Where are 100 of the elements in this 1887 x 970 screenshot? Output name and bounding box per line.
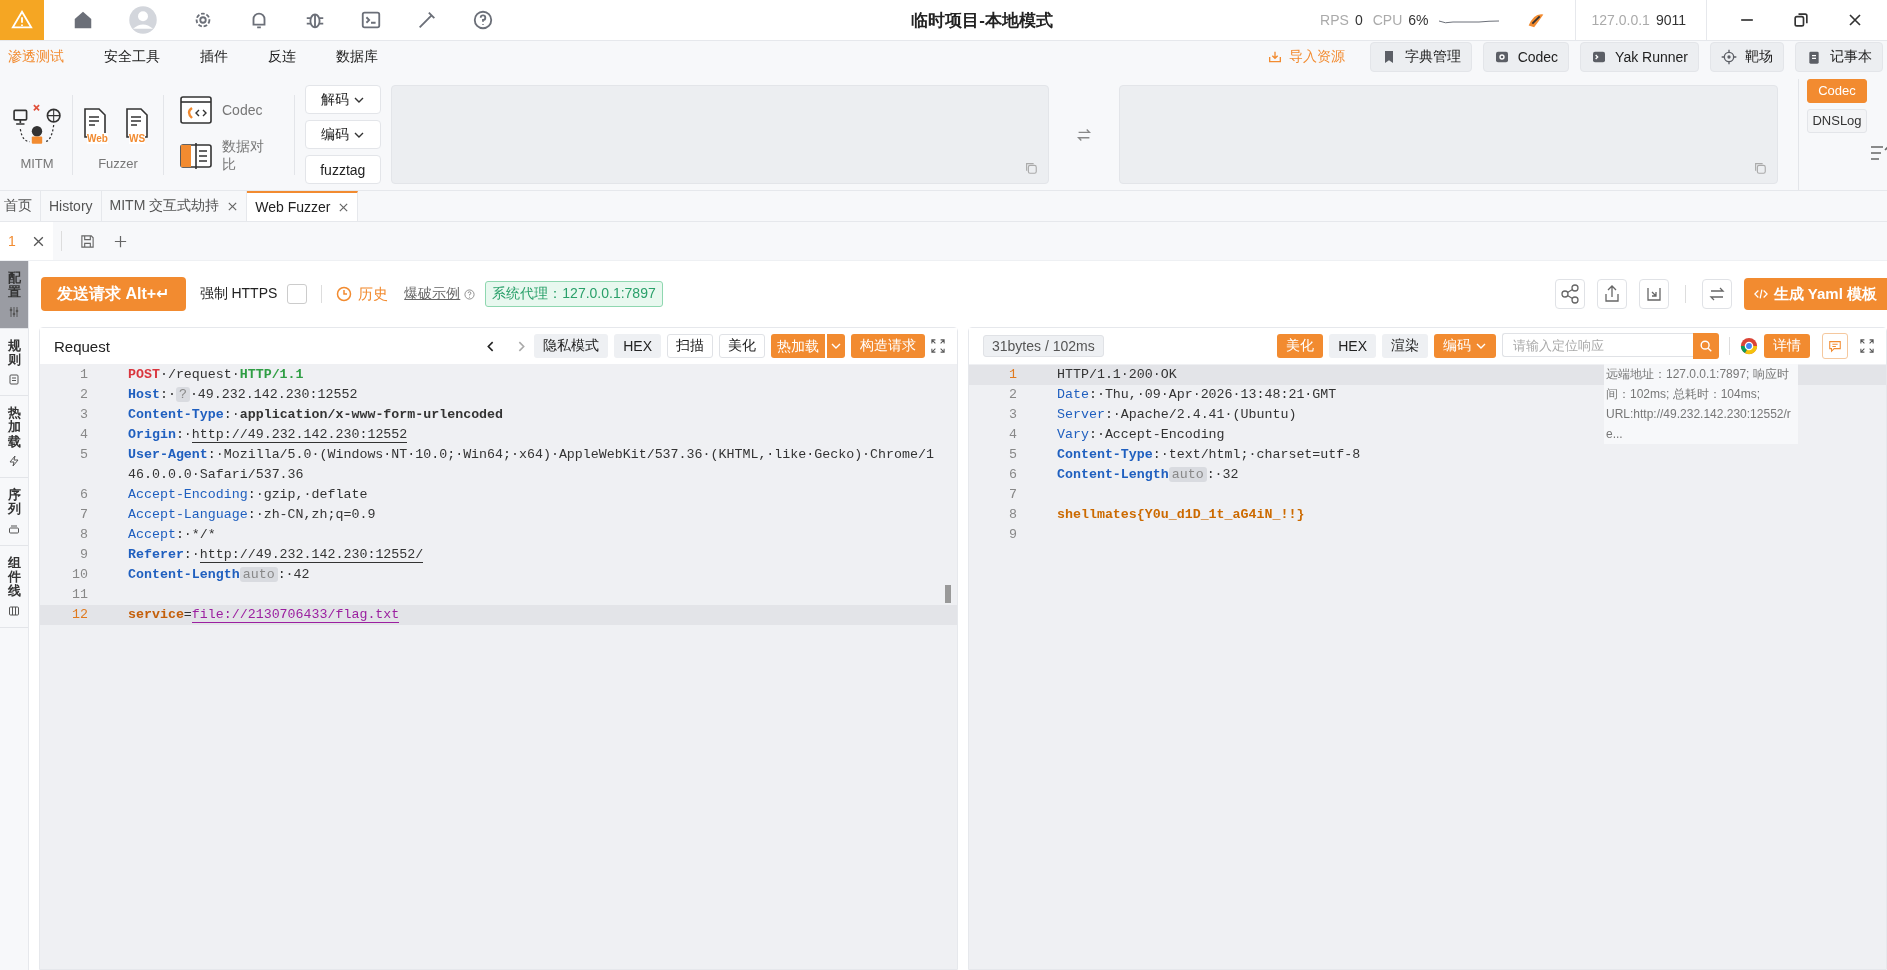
line-number: 3 <box>79 406 88 424</box>
code-line: Content-Length auto :·42 <box>128 566 310 584</box>
example-link[interactable]: 爆破示例 <box>404 285 461 303</box>
clock-icon <box>336 286 353 302</box>
group-label: Fuzzer <box>98 156 138 171</box>
compare-label[interactable]: 数据对比 <box>222 137 278 174</box>
swap-icon[interactable] <box>1701 279 1732 309</box>
editor-button[interactable]: HEX <box>1329 334 1376 358</box>
code-line: shellmates{Y0u_d1D_1t_aG4iN_!!} <box>1057 506 1305 524</box>
code-icon <box>1753 287 1768 301</box>
line-number: 7 <box>1008 486 1017 504</box>
fullscreen-icon[interactable] <box>931 339 945 353</box>
editor-button[interactable]: HEX <box>614 334 661 358</box>
response-stats: 31bytes / 102ms <box>983 335 1104 357</box>
compare-icon[interactable] <box>180 141 212 170</box>
search-field[interactable]: 请输入定位响应 <box>1502 333 1693 357</box>
side-nav-item[interactable]: 配置 <box>0 261 28 329</box>
editor-button[interactable]: 扫描 <box>667 334 713 358</box>
add-icon[interactable] <box>112 233 128 249</box>
codec-label[interactable]: Codec <box>222 101 263 118</box>
line-number: 12 <box>71 606 88 624</box>
home-icon[interactable] <box>72 9 94 31</box>
toolbar-button[interactable]: 字典管理 <box>1369 42 1472 72</box>
code-line: Origin:·http://49.232.142.230:12552 <box>128 426 408 445</box>
scrollbar-thumb[interactable] <box>945 585 951 603</box>
code-line: Content-Type:·text/html;·charset=utf-8 <box>1057 446 1361 464</box>
menu-tab[interactable]: 插件 <box>200 48 228 66</box>
side-nav-item[interactable]: 组件线 <box>0 545 28 628</box>
terminal-icon[interactable] <box>360 9 382 31</box>
side-nav-item[interactable]: 热加载 <box>0 396 28 479</box>
code-line: User-Agent:·Mozilla/5.0·(Windows·NT·10.0;·Win64;·x64)·AppleWebKit/537.36·(KHTML,·like·Gecko)·Chrome/146.0.0.0·Safari/537.36 <box>128 446 935 484</box>
export-icon[interactable] <box>1596 279 1627 309</box>
code-line: Accept-Language:·zh-CN,zh;q=0.9 <box>128 506 376 524</box>
page-tab[interactable]: 首页 <box>0 191 41 221</box>
restore-icon[interactable] <box>1791 10 1811 30</box>
line-number: 10 <box>71 566 88 584</box>
force-https-checkbox[interactable] <box>287 284 308 304</box>
code-line: Referer:·http://49.232.142.230:12552/ <box>128 546 424 565</box>
line-number: 8 <box>79 526 88 544</box>
editor-button[interactable]: 渲染 <box>1382 334 1428 358</box>
stack-icon <box>8 522 20 535</box>
code-line: HTTP/1.1·200·OK <box>1057 366 1177 384</box>
window-title: 临时项目-本地模式 <box>910 9 1054 32</box>
line-number: 4 <box>1008 426 1017 444</box>
clipboard-icon <box>8 373 20 386</box>
fullscreen-icon[interactable] <box>1860 339 1874 353</box>
save-icon[interactable] <box>79 233 95 249</box>
import-icon[interactable] <box>1638 279 1669 309</box>
page-tab[interactable]: History <box>41 191 102 221</box>
engine-port: 9011 <box>1655 12 1686 28</box>
tools-icon[interactable] <box>416 9 438 31</box>
share-icon[interactable] <box>1554 279 1585 309</box>
menu-tab[interactable]: 安全工具 <box>104 48 160 66</box>
line-number: 2 <box>1008 386 1017 404</box>
codec-icon <box>1493 49 1510 65</box>
codec-select[interactable]: 解码 <box>304 85 381 114</box>
line-number: 5 <box>1008 446 1017 464</box>
columns-icon <box>8 604 20 617</box>
codec-select[interactable]: 编码 <box>304 120 381 149</box>
code-line: Host:· ? ·49.232.142.230:12552 <box>128 386 358 404</box>
menu-tab[interactable]: 数据库 <box>336 48 378 66</box>
menu-tab[interactable]: 反连 <box>268 48 296 66</box>
line-number: 1 <box>1008 366 1017 384</box>
codec-input[interactable] <box>390 85 1050 184</box>
target-icon <box>1721 49 1737 65</box>
codec-window-icon[interactable] <box>180 95 212 124</box>
rps-label: RPS <box>1320 12 1349 28</box>
code-line: Content-Type:·application/x-www-form-urlencoded <box>128 406 504 424</box>
group-label: MITM <box>20 156 54 171</box>
line-number: 11 <box>71 586 88 604</box>
browser-icon[interactable] <box>1740 337 1758 355</box>
sliders-icon <box>8 305 20 318</box>
close-icon[interactable] <box>338 201 350 213</box>
toolbar-button[interactable]: Yak Runner <box>1580 42 1699 72</box>
import-icon <box>1266 49 1283 65</box>
editor-button[interactable]: 隐私模式 <box>534 334 609 358</box>
side-nav-item[interactable]: 序列 <box>0 478 28 546</box>
side-tab[interactable]: DNSLog <box>1807 109 1867 133</box>
line-number: 6 <box>1008 466 1017 484</box>
line-number: 9 <box>79 546 88 564</box>
editor-button[interactable]: 美化 <box>719 334 765 358</box>
toolbar-button[interactable]: 记事本 <box>1795 42 1883 72</box>
line-number: 9 <box>1008 526 1017 544</box>
search-icon <box>1699 339 1713 353</box>
side-nav-item[interactable]: 规则 <box>0 328 28 397</box>
code-line: Accept-Encoding:·gzip,·deflate <box>128 486 368 504</box>
toolbar-button[interactable]: Codec <box>1482 42 1570 72</box>
force-https-label: 强制 HTTPS <box>199 285 278 303</box>
comment-icon <box>1828 339 1842 353</box>
line-number: 2 <box>79 386 88 404</box>
cpu-label: CPU <box>1372 12 1403 28</box>
code-line: Accept:·*/* <box>128 526 216 544</box>
close-icon[interactable] <box>31 234 45 248</box>
toolbar-button[interactable]: 靶场 <box>1710 42 1784 72</box>
help-icon[interactable] <box>472 9 494 31</box>
codec-select[interactable]: fuzztag <box>304 155 381 184</box>
page-tab[interactable]: Web Fuzzer <box>247 191 359 221</box>
line-number: 4 <box>79 426 88 444</box>
code-line: Content-Length auto :·32 <box>1057 466 1239 484</box>
warning-icon <box>11 9 33 31</box>
